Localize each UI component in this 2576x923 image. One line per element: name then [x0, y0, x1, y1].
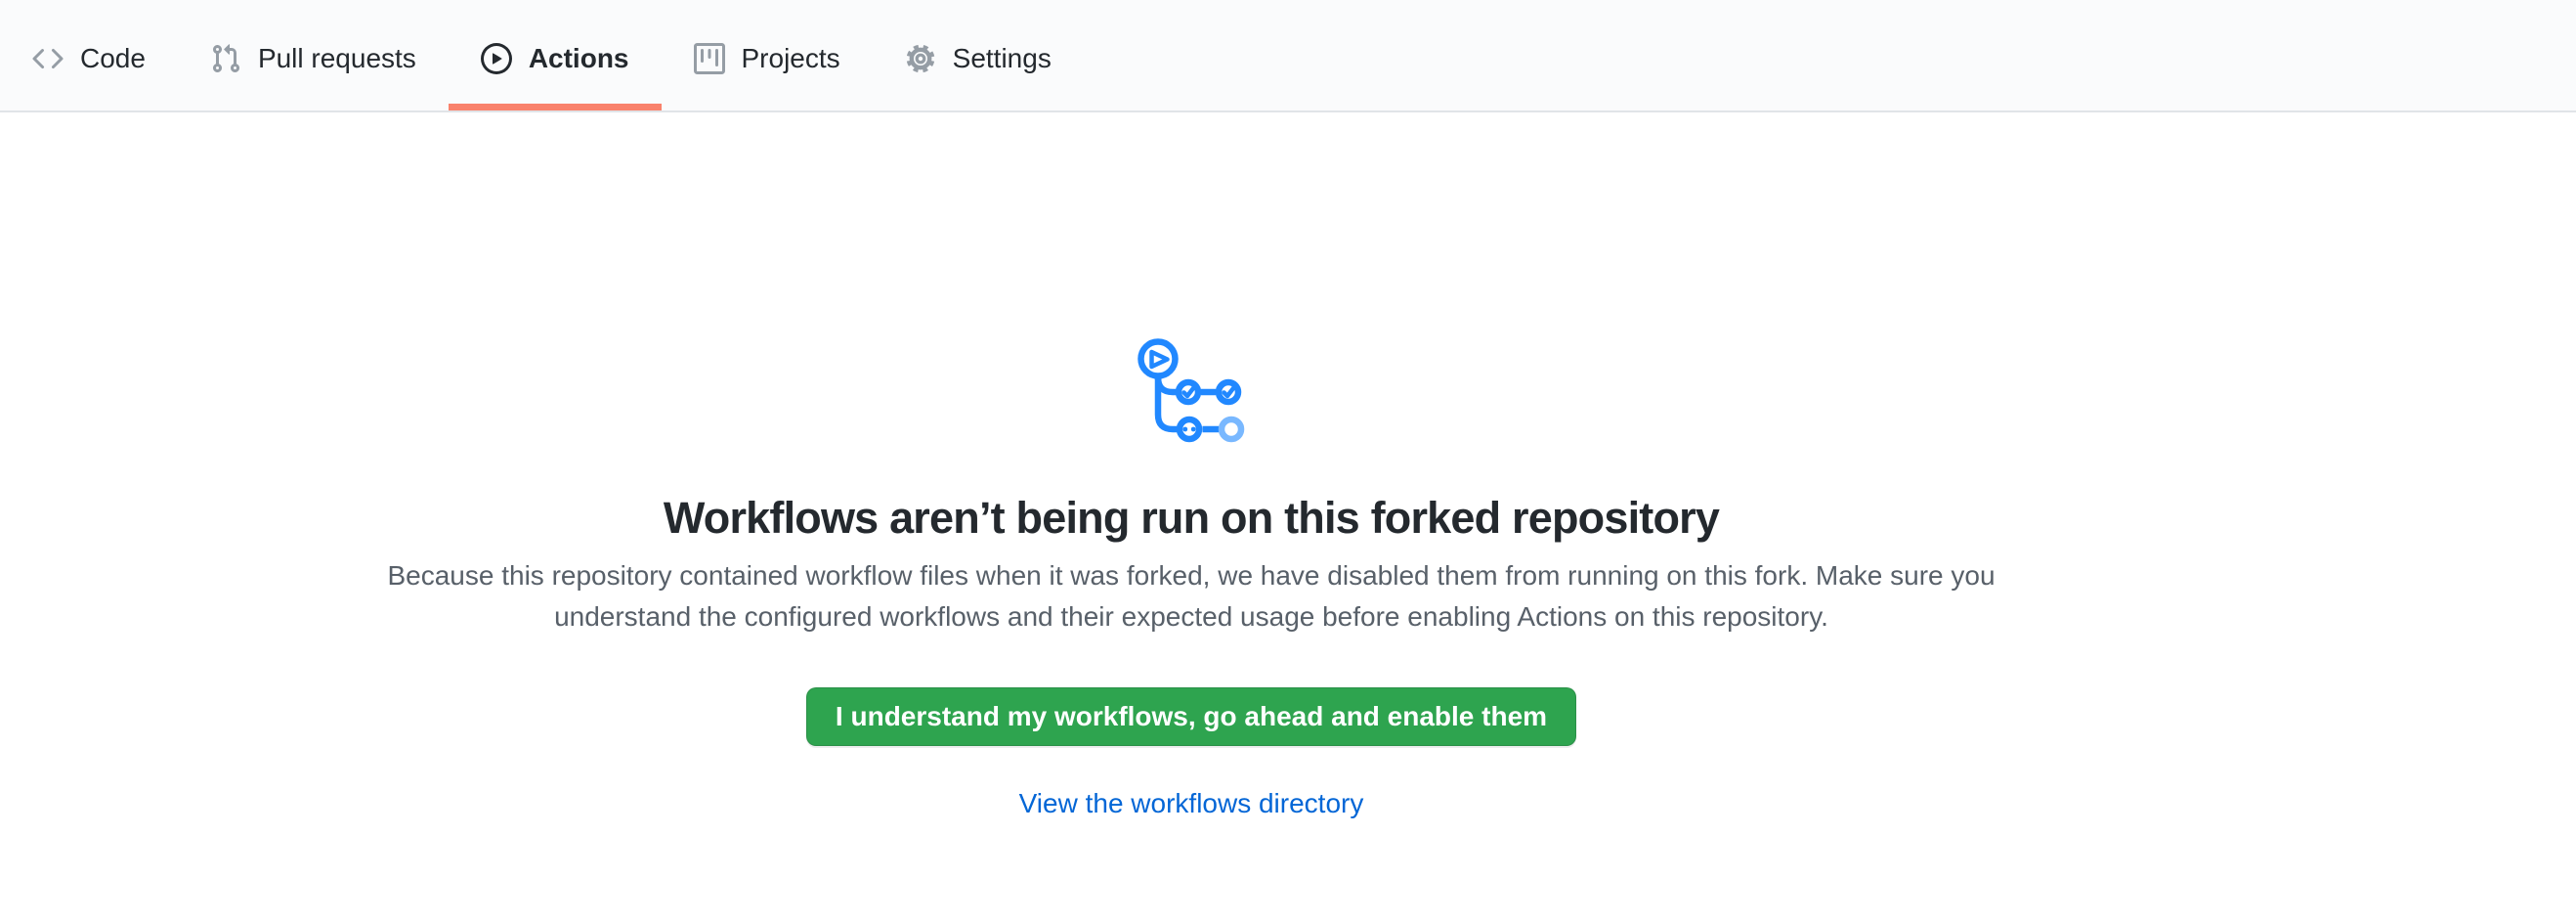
tab-pull-requests[interactable]: Pull requests — [178, 0, 449, 110]
tab-settings-label: Settings — [953, 45, 1052, 72]
workflow-graph-icon — [1134, 329, 1249, 444]
tab-actions-label: Actions — [529, 45, 629, 72]
view-workflows-directory-link[interactable]: View the workflows directory — [1019, 788, 1364, 818]
git-pull-request-icon — [210, 43, 241, 74]
gear-icon — [905, 43, 936, 74]
tab-code[interactable]: Code — [0, 0, 178, 110]
code-icon — [32, 43, 64, 74]
blankslate-description: Because this repository contained workfl… — [356, 555, 2027, 637]
actions-disabled-blankslate: Workflows aren’t being run on this forke… — [0, 112, 2383, 820]
tab-actions[interactable]: Actions — [449, 0, 662, 110]
repo-tab-nav: Code Pull requests Actions Projects Sett… — [0, 0, 2576, 112]
blankslate-heading: Workflows aren’t being run on this forke… — [0, 491, 2383, 546]
tab-code-label: Code — [80, 45, 146, 72]
tab-pull-requests-label: Pull requests — [258, 45, 416, 72]
tab-projects[interactable]: Projects — [662, 0, 873, 110]
enable-workflows-button[interactable]: I understand my workflows, go ahead and … — [806, 687, 1576, 746]
main-content: Workflows aren’t being run on this forke… — [0, 112, 2383, 820]
project-icon — [694, 43, 725, 74]
tab-projects-label: Projects — [742, 45, 840, 72]
play-circle-icon — [481, 43, 512, 74]
tab-settings[interactable]: Settings — [873, 0, 1084, 110]
